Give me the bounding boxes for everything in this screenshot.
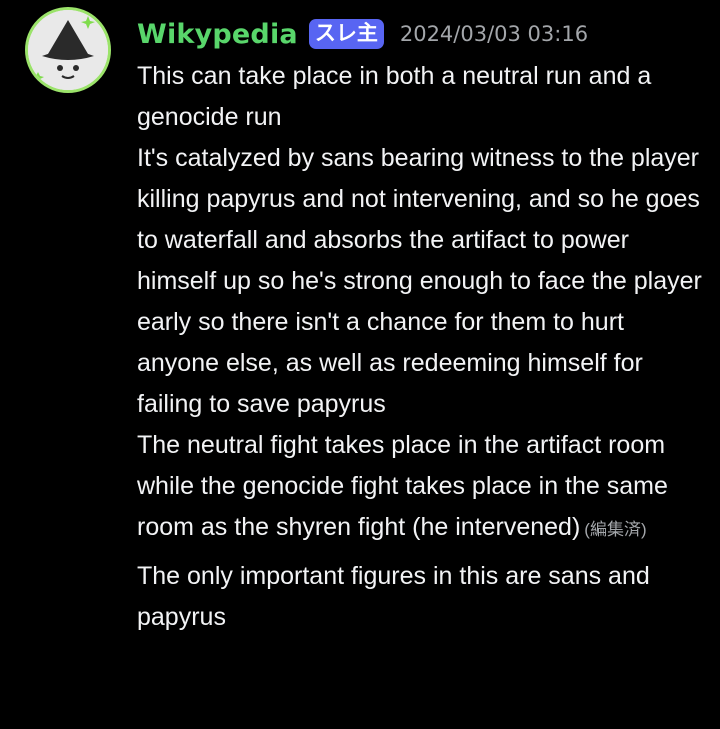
thread-owner-badge: スレ主 [308, 19, 384, 49]
username[interactable]: Wikypedia [137, 19, 298, 50]
message-paragraph: It's catalyzed by sans bearing witness t… [137, 144, 702, 418]
message-paragraph: The neutral fight takes place in the art… [137, 425, 707, 550]
avatar-wizard-hat-icon [28, 10, 108, 90]
avatar[interactable] [25, 7, 111, 93]
follow-up-message[interactable]: The only important figures in this are s… [137, 556, 707, 638]
message-body[interactable]: This can take place in both a neutral ru… [137, 56, 707, 638]
edited-label: (編集済) [584, 520, 647, 539]
message-header: Wikypedia スレ主 2024/03/03 03:16 [137, 12, 588, 56]
message-paragraph: This can take place in both a neutral ru… [137, 62, 652, 131]
timestamp: 2024/03/03 03:16 [399, 22, 589, 46]
